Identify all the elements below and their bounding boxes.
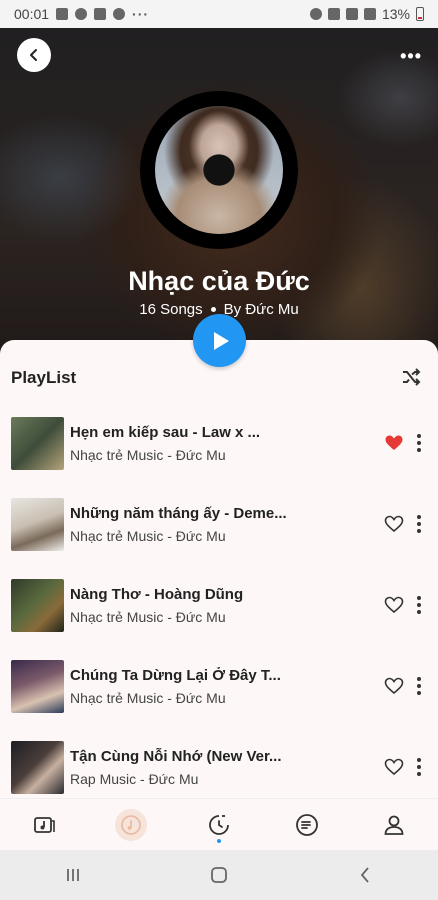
image-icon — [94, 8, 107, 20]
cloud-icon — [113, 8, 126, 20]
song-title: Hẹn em kiếp sau - Law x ... — [70, 423, 261, 441]
shuffle-icon[interactable] — [400, 366, 422, 388]
back-button[interactable] — [17, 38, 51, 72]
mute-icon — [327, 8, 340, 20]
music-library-icon — [33, 816, 55, 833]
section-title: PlayList — [11, 368, 77, 387]
song-subtitle: Nhạc trẻ Music - Đức Mu — [70, 527, 226, 544]
home-button[interactable] — [199, 855, 239, 895]
song-row[interactable]: Những năm tháng ấy - Deme... Nhạc trẻ Mu… — [0, 484, 438, 564]
song-more-button[interactable] — [416, 596, 422, 614]
history-icon — [209, 814, 229, 835]
song-row[interactable]: Nàng Thơ - Hoàng Dũng Nhạc trẻ Music - Đ… — [0, 565, 438, 645]
playlist-author: By Đức Mu — [223, 301, 299, 318]
more-notifications-icon: ··· — [132, 6, 150, 22]
system-navigation-bar — [0, 850, 438, 900]
song-title: Những năm tháng ấy - Deme... — [70, 504, 287, 522]
song-thumbnail — [11, 578, 64, 632]
playlist-icon — [295, 813, 318, 836]
playlist-title: Nhạc của Đức — [128, 266, 310, 296]
song-subtitle: Nhạc trẻ Music - Đức Mu — [70, 689, 226, 706]
song-more-button[interactable] — [416, 434, 422, 452]
play-all-button[interactable] — [193, 314, 246, 367]
play-icon — [214, 331, 229, 350]
nav-history[interactable] — [199, 805, 239, 845]
signal-icon — [363, 8, 376, 20]
song-thumbnail — [11, 416, 64, 470]
alarm-icon — [309, 8, 322, 20]
heart-outline-icon[interactable] — [384, 676, 404, 696]
song-subtitle: Rap Music - Đức Mu — [70, 770, 199, 787]
more-options-button[interactable]: ••• — [400, 46, 422, 67]
home-icon — [211, 867, 227, 883]
song-row[interactable]: Tận Cùng Nỗi Nhớ (New Ver... Rap Music -… — [0, 727, 438, 807]
chevron-left-icon — [30, 49, 37, 61]
nav-now-playing[interactable] — [111, 805, 151, 845]
nav-profile[interactable] — [374, 805, 414, 845]
battery-icon — [416, 7, 424, 21]
song-thumbnail — [11, 497, 64, 551]
song-row[interactable]: Hẹn em kiếp sau - Law x ... Nhạc trẻ Mus… — [0, 403, 438, 483]
song-title: Nàng Thơ - Hoàng Dũng — [70, 585, 244, 603]
heart-outline-icon[interactable] — [384, 595, 404, 615]
song-more-button[interactable] — [416, 758, 422, 776]
song-title: Chúng Ta Dừng Lại Ở Đây T... — [70, 666, 281, 684]
battery-percent: 13% — [381, 6, 410, 22]
recent-apps-icon — [67, 869, 79, 881]
active-indicator — [216, 838, 221, 843]
headphones-icon — [75, 8, 88, 20]
song-row[interactable]: Chúng Ta Dừng Lại Ở Đây T... Nhạc trẻ Mu… — [0, 646, 438, 726]
now-playing-icon — [115, 808, 148, 841]
song-thumbnail — [11, 740, 64, 794]
status-time: 00:01 — [14, 6, 50, 22]
separator-dot — [210, 307, 216, 312]
profile-icon — [384, 815, 404, 835]
playlist-cover-image — [155, 106, 283, 234]
song-count: 16 Songs — [139, 301, 203, 318]
song-title: Tận Cùng Nỗi Nhớ (New Ver... — [70, 747, 282, 765]
nav-playlists[interactable] — [287, 805, 327, 845]
heart-filled-icon[interactable] — [384, 433, 404, 453]
playlist-cover-disc — [140, 91, 298, 249]
song-subtitle: Nhạc trẻ Music - Đức Mu — [70, 608, 226, 625]
song-more-button[interactable] — [416, 515, 422, 533]
gallery-icon — [56, 8, 69, 20]
heart-outline-icon[interactable] — [384, 514, 404, 534]
song-subtitle: Nhạc trẻ Music - Đức Mu — [70, 446, 226, 463]
heart-outline-icon[interactable] — [384, 757, 404, 777]
song-more-button[interactable] — [416, 677, 422, 695]
recent-apps-button[interactable] — [53, 855, 93, 895]
back-icon — [360, 867, 369, 883]
nav-library[interactable] — [24, 805, 64, 845]
wifi-icon — [345, 8, 358, 20]
back-nav-button[interactable] — [345, 855, 385, 895]
status-bar: 00:01 ··· 13% — [0, 0, 438, 28]
song-thumbnail — [11, 659, 64, 713]
